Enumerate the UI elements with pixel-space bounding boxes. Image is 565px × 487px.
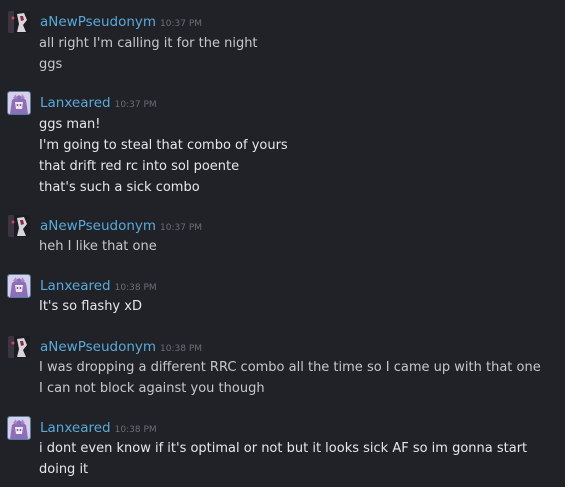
message-header: Lanxeared 10:37 PM: [40, 92, 157, 112]
timestamp: 10:38 PM: [114, 425, 157, 435]
message-header: Lanxeared 10:38 PM: [40, 417, 157, 437]
timestamp: 10:37 PM: [114, 100, 157, 110]
message-text: that drift red rc into sol poente: [39, 159, 240, 174]
message-text: ggs: [39, 57, 63, 72]
message-lines: It's so flashy xD: [39, 296, 554, 317]
message-text: I can not block against you though: [39, 381, 265, 396]
message-lines: all right I'm calling it for the night g…: [39, 33, 554, 75]
message-text: all right I'm calling it for the night: [39, 36, 258, 51]
sender-name[interactable]: aNewPseudonym: [40, 14, 156, 30]
message-header: aNewPseudonym 10:38 PM: [40, 336, 202, 356]
message-text: I was dropping a different RRC combo all…: [39, 360, 541, 375]
timestamp: 10:37 PM: [160, 19, 203, 29]
lanxeared-avatar[interactable]: [8, 92, 30, 114]
lanxeared-avatar[interactable]: [8, 275, 30, 297]
message-text: It's so flashy xD: [39, 299, 142, 314]
sender-name[interactable]: Lanxeared: [40, 278, 111, 294]
message-text: ggs man!: [39, 117, 101, 132]
message-header: aNewPseudonym 10:37 PM: [40, 11, 202, 31]
message-text: i dont even know if it's optimal or not …: [39, 441, 528, 477]
message-text: I'm going to steal that combo of yours: [39, 138, 288, 153]
message-text: that's such a sick combo: [39, 180, 200, 195]
message-lines: i dont even know if it's optimal or not …: [39, 438, 539, 480]
sender-name[interactable]: aNewPseudonym: [40, 339, 156, 355]
message-text: heh I like that one: [39, 239, 157, 254]
message-lines: I was dropping a different RRC combo all…: [39, 357, 554, 399]
message-header: aNewPseudonym 10:37 PM: [40, 215, 202, 235]
lanxeared-avatar[interactable]: [8, 417, 30, 439]
timestamp: 10:37 PM: [160, 223, 203, 233]
message-lines: ggs man! I'm going to steal that combo o…: [39, 114, 554, 198]
message-lines: heh I like that one: [39, 236, 554, 257]
timestamp: 10:38 PM: [160, 344, 203, 354]
pseudonym-avatar[interactable]: [8, 336, 30, 358]
pseudonym-avatar[interactable]: [8, 11, 30, 33]
chat-log: aNewPseudonym 10:37 PM all right I'm call…: [0, 0, 565, 487]
timestamp: 10:38 PM: [114, 283, 157, 293]
pseudonym-avatar[interactable]: [8, 215, 30, 237]
sender-name[interactable]: aNewPseudonym: [40, 218, 156, 234]
sender-name[interactable]: Lanxeared: [40, 420, 111, 436]
sender-name[interactable]: Lanxeared: [40, 95, 111, 111]
message-header: Lanxeared 10:38 PM: [40, 275, 157, 295]
